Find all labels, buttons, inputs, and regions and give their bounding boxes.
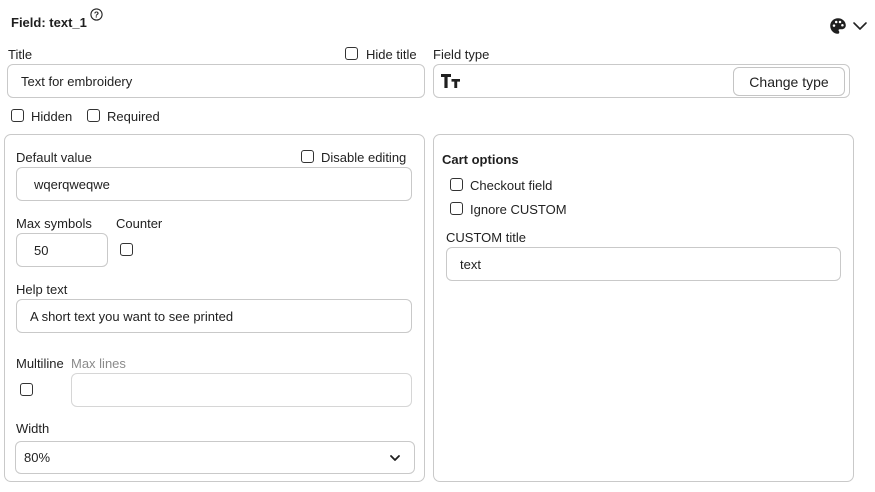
field-title: Field: text_1 [11,15,87,30]
field-type-label: Field type [433,47,490,62]
max-symbols-input[interactable]: 50 [16,233,108,267]
help-text-label: Help text [16,282,68,297]
hide-title-checkbox[interactable] [345,47,358,60]
change-type-button[interactable]: Change type [733,67,845,96]
chevron-down-icon[interactable] [852,20,868,32]
hide-title-label[interactable]: Hide title [366,47,417,62]
width-select[interactable]: 80% [15,441,415,474]
max-lines-label: Max lines [71,356,126,371]
disable-editing-label[interactable]: Disable editing [321,150,406,165]
disable-editing-checkbox[interactable] [301,150,314,163]
max-symbols-label: Max symbols [16,216,92,231]
multiline-checkbox[interactable] [20,383,33,396]
default-value-text: wqerqweqwe [34,176,110,192]
title-input-value: Text for embroidery [21,73,133,89]
hidden-label[interactable]: Hidden [31,109,72,124]
default-value-label: Default value [16,150,92,165]
checkout-field-checkbox[interactable] [450,178,463,191]
help-text-input[interactable]: A short text you want to see printed [16,299,412,333]
field-header: Field: text_1 [11,15,87,30]
title-label: Title [8,47,33,62]
custom-title-value: text [460,256,481,272]
ignore-custom-label[interactable]: Ignore CUSTOM [470,202,567,217]
palette-icon[interactable] [829,17,847,35]
title-input[interactable]: Text for embroidery [7,64,425,98]
hidden-checkbox[interactable] [11,109,24,122]
max-symbols-value: 50 [34,242,49,258]
svg-text:?: ? [94,10,99,20]
checkout-field-label[interactable]: Checkout field [470,178,552,193]
counter-checkbox[interactable] [120,243,133,256]
required-checkbox[interactable] [87,109,100,122]
select-chevron-icon [389,451,401,461]
custom-title-input[interactable]: text [446,247,841,281]
cart-options-title: Cart options [442,152,519,167]
multiline-label: Multiline [16,356,64,371]
default-value-input[interactable]: wqerqweqwe [16,167,412,201]
max-lines-input[interactable] [71,373,412,407]
help-circle-icon[interactable]: ? [90,8,103,21]
counter-label: Counter [116,216,163,231]
help-text-value: A short text you want to see printed [30,308,234,324]
width-label: Width [16,421,50,436]
custom-title-label: CUSTOM title [446,230,526,245]
required-label[interactable]: Required [107,109,160,124]
width-select-value: 80% [24,450,51,465]
ignore-custom-checkbox[interactable] [450,202,463,215]
text-type-icon [440,72,462,90]
